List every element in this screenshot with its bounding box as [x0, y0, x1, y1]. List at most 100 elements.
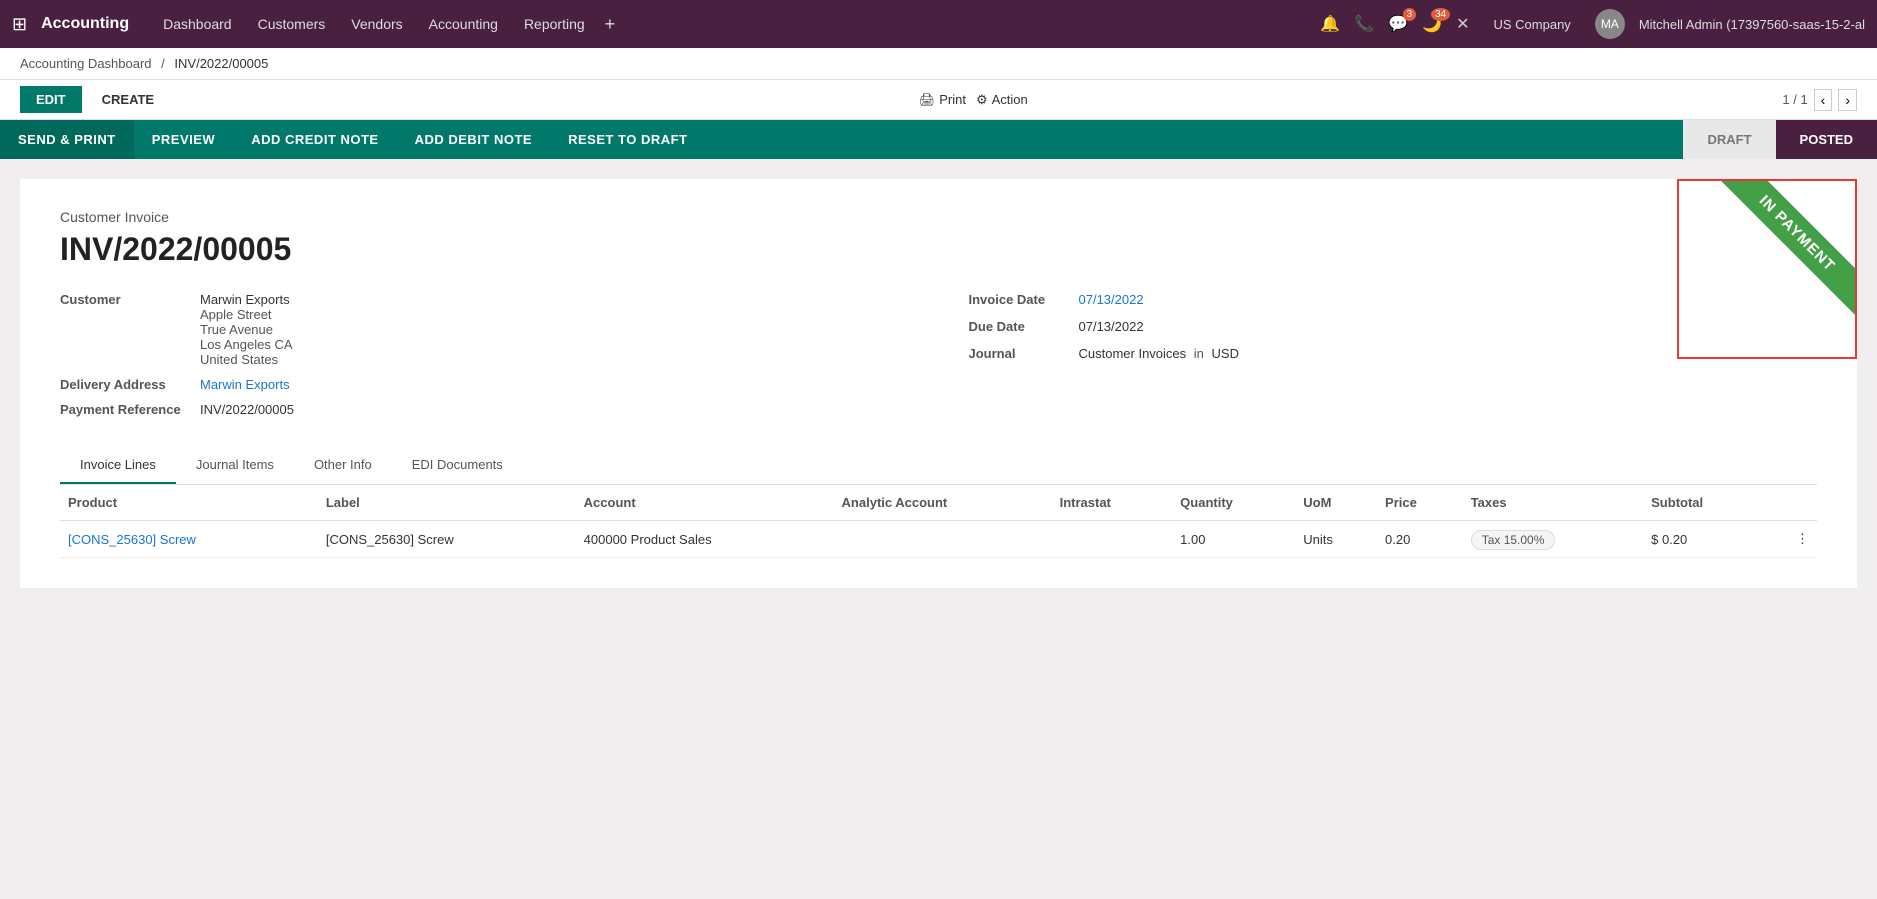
due-date-value: 07/13/2022 — [1079, 319, 1144, 334]
breadcrumb-current: INV/2022/00005 — [174, 56, 268, 71]
phone-icon[interactable]: 📞 — [1354, 14, 1374, 34]
col-intrastat: Intrastat — [1052, 485, 1173, 521]
top-navigation: ⊞ Accounting Dashboard Customers Vendors… — [0, 0, 1877, 48]
action-button[interactable]: ⚙ Action — [976, 92, 1028, 108]
preview-button[interactable]: PREVIEW — [134, 120, 233, 159]
moon-badge: 34 — [1431, 8, 1450, 21]
row-quantity: 1.00 — [1172, 521, 1295, 558]
status-draft[interactable]: DRAFT — [1683, 120, 1775, 159]
col-account: Account — [576, 485, 834, 521]
print-label: Print — [939, 92, 966, 107]
tab-other-info[interactable]: Other Info — [294, 447, 392, 484]
row-label: [CONS_25630] Screw — [318, 521, 576, 558]
invoice-type: Customer Invoice — [60, 209, 1817, 225]
col-product: Product — [60, 485, 318, 521]
reset-to-draft-button[interactable]: RESET TO DRAFT — [550, 120, 705, 159]
row-intrastat — [1052, 521, 1173, 558]
nav-reporting[interactable]: Reporting — [514, 12, 595, 36]
moon-icon[interactable]: 🌙34 — [1422, 14, 1442, 34]
payment-reference-label: Payment Reference — [60, 402, 200, 417]
tab-edi-documents[interactable]: EDI Documents — [392, 447, 523, 484]
journal-value: Customer Invoices in USD — [1079, 346, 1239, 361]
delivery-address-label: Delivery Address — [60, 377, 200, 392]
pager-prev[interactable]: ‹ — [1814, 89, 1833, 111]
chat-icon[interactable]: 💬3 — [1388, 14, 1408, 34]
user-initials: MA — [1601, 17, 1619, 31]
nav-plus-button[interactable]: + — [601, 10, 620, 39]
tab-invoice-lines[interactable]: Invoice Lines — [60, 447, 176, 484]
journal-label: Journal — [969, 346, 1079, 361]
delivery-address-value[interactable]: Marwin Exports — [200, 377, 290, 392]
send-print-button[interactable]: SEND & PRINT — [0, 120, 134, 159]
customer-label: Customer — [60, 292, 200, 307]
nav-accounting[interactable]: Accounting — [419, 12, 508, 36]
app-name: Accounting — [41, 15, 129, 33]
print-button[interactable]: 🖨 Print — [919, 92, 966, 108]
address-line-3: Los Angeles CA — [200, 337, 293, 352]
invoice-fields: Customer Marwin Exports Apple Street Tru… — [60, 292, 1817, 427]
create-button[interactable]: CREATE — [92, 86, 164, 113]
action-bar: SEND & PRINT PREVIEW ADD CREDIT NOTE ADD… — [0, 120, 1877, 159]
journal-in: in — [1194, 346, 1204, 361]
address-line-1: Apple Street — [200, 307, 293, 322]
invoice-number: INV/2022/00005 — [60, 231, 1817, 268]
left-fields: Customer Marwin Exports Apple Street Tru… — [60, 292, 909, 427]
invoice-date-value[interactable]: 07/13/2022 — [1079, 292, 1144, 307]
edit-button[interactable]: EDIT — [20, 86, 82, 113]
action-icon: ⚙ — [976, 92, 988, 108]
add-debit-note-button[interactable]: ADD DEBIT NOTE — [397, 120, 551, 159]
pager-next[interactable]: › — [1838, 89, 1857, 111]
due-date-label: Due Date — [969, 319, 1079, 334]
invoice-card: IN PAYMENT Customer Invoice INV/2022/000… — [20, 179, 1857, 588]
status-posted[interactable]: POSTED — [1776, 120, 1877, 159]
pager: 1 / 1 ‹ › — [1782, 89, 1857, 111]
user-name: Mitchell Admin (17397560-saas-15-2-al — [1639, 17, 1865, 32]
user-avatar[interactable]: MA — [1595, 9, 1625, 39]
col-uom: UoM — [1295, 485, 1377, 521]
nav-vendors[interactable]: Vendors — [341, 12, 412, 36]
payment-reference-value: INV/2022/00005 — [200, 402, 294, 417]
add-credit-note-button[interactable]: ADD CREDIT NOTE — [233, 120, 396, 159]
row-analytic-account — [834, 521, 1052, 558]
row-menu-button[interactable]: ⋮ — [1765, 521, 1817, 558]
col-quantity: Quantity — [1172, 485, 1295, 521]
breadcrumb-parent[interactable]: Accounting Dashboard — [20, 56, 152, 71]
row-subtotal: $ 0.20 — [1643, 521, 1765, 558]
delivery-address-row: Delivery Address Marwin Exports — [60, 377, 909, 392]
col-subtotal: Subtotal — [1643, 485, 1765, 521]
tax-badge: Tax 15.00% — [1471, 530, 1556, 550]
customer-name[interactable]: Marwin Exports — [200, 292, 290, 307]
app-grid-icon[interactable]: ⊞ — [12, 14, 27, 35]
chat-badge: 3 — [1403, 8, 1417, 21]
col-analytic-account: Analytic Account — [834, 485, 1052, 521]
toolbar: EDIT CREATE 🖨 Print ⚙ Action 1 / 1 ‹ › — [0, 80, 1877, 120]
col-taxes: Taxes — [1463, 485, 1643, 521]
col-label: Label — [318, 485, 576, 521]
breadcrumb: Accounting Dashboard / INV/2022/00005 — [0, 48, 1877, 80]
col-menu-header — [1765, 485, 1817, 521]
breadcrumb-separator: / — [161, 56, 165, 71]
pager-text: 1 / 1 — [1782, 92, 1807, 107]
table-row: [CONS_25630] Screw [CONS_25630] Screw 40… — [60, 521, 1817, 558]
col-price: Price — [1377, 485, 1463, 521]
tab-journal-items[interactable]: Journal Items — [176, 447, 294, 484]
in-payment-ribbon: IN PAYMENT — [1715, 179, 1857, 316]
journal-currency[interactable]: USD — [1212, 346, 1239, 361]
top-nav-icons: 🔔 📞 💬3 🌙34 ✕ US Company MA Mitchell Admi… — [1320, 9, 1865, 39]
address-line-2: True Avenue — [200, 322, 293, 337]
row-price: 0.20 — [1377, 521, 1463, 558]
status-pills: DRAFT POSTED — [1683, 120, 1877, 159]
table-header-row: Product Label Account Analytic Account I… — [60, 485, 1817, 521]
ribbon-container: IN PAYMENT — [1677, 179, 1857, 359]
company-name: US Company — [1494, 17, 1571, 32]
journal-name[interactable]: Customer Invoices — [1079, 346, 1187, 361]
nav-customers[interactable]: Customers — [248, 12, 336, 36]
main-content: IN PAYMENT Customer Invoice INV/2022/000… — [0, 159, 1877, 659]
payment-reference-row: Payment Reference INV/2022/00005 — [60, 402, 909, 417]
close-icon[interactable]: ✕ — [1456, 14, 1469, 34]
bell-icon[interactable]: 🔔 — [1320, 14, 1340, 34]
nav-dashboard[interactable]: Dashboard — [153, 12, 242, 36]
row-taxes: Tax 15.00% — [1463, 521, 1643, 558]
row-product[interactable]: [CONS_25630] Screw — [60, 521, 318, 558]
invoice-lines-table: Product Label Account Analytic Account I… — [60, 485, 1817, 558]
